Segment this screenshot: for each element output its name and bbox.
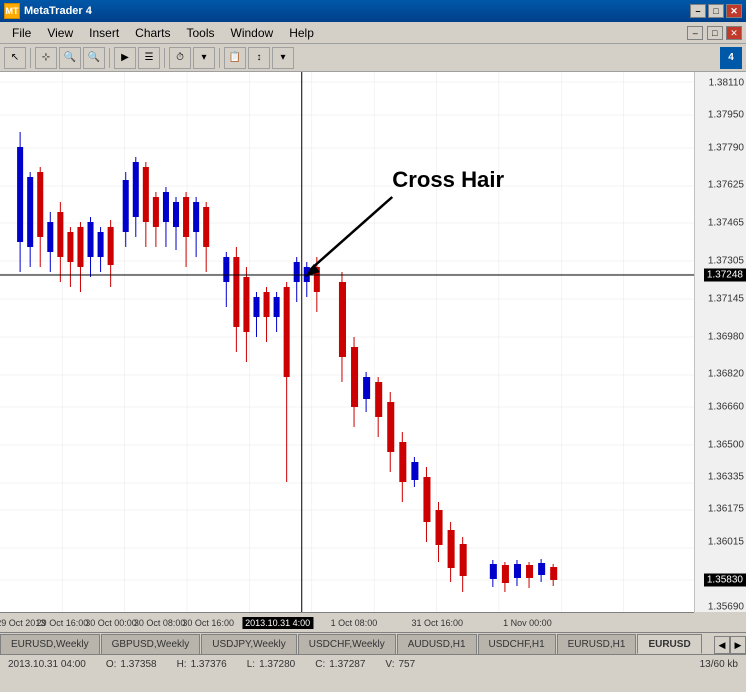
price-label-12: 1.36175 <box>708 504 744 515</box>
status-high-label: H: <box>177 659 187 670</box>
tb-zoomin[interactable]: 🔍 <box>59 47 81 69</box>
chart-main[interactable]: EURUSD,H1 1.35872 1.35886 1.35830 1.3583… <box>0 72 694 612</box>
menu-help[interactable]: Help <box>281 24 322 42</box>
tb-arrow[interactable]: ↖ <box>4 47 26 69</box>
status-close-label: C: <box>315 659 325 670</box>
status-bar: 2013.10.31 04:00 O: 1.37358 H: 1.37376 L… <box>0 654 746 674</box>
tab-scroll-right[interactable]: ▶ <box>730 636 746 654</box>
status-datetime: 2013.10.31 04:00 <box>8 659 86 670</box>
status-low: L: 1.37280 <box>247 659 296 670</box>
price-label-10: 1.36500 <box>708 439 744 450</box>
tabs-bar: EURUSD,Weekly GBPUSD,Weekly USDJPY,Weekl… <box>0 632 746 654</box>
tab-gbpusd-weekly[interactable]: GBPUSD,Weekly <box>101 634 201 654</box>
menu-view[interactable]: View <box>39 24 81 42</box>
x-label-2: 30 Oct 00:00 <box>85 618 137 628</box>
tb-chart-shift[interactable]: ↕ <box>248 47 270 69</box>
close-button[interactable]: ✕ <box>726 4 742 18</box>
tab-scroll: ◀ ▶ <box>714 636 746 654</box>
window-title: MetaTrader 4 <box>24 5 92 17</box>
tab-usdchf-h1[interactable]: USDCHF,H1 <box>478 634 556 654</box>
price-label-5: 1.37305 <box>708 256 744 267</box>
status-volume: V: 757 <box>385 659 415 670</box>
tb-separator-2 <box>109 48 110 68</box>
price-label-4: 1.37465 <box>708 218 744 229</box>
mdi-minimize[interactable]: – <box>687 26 703 40</box>
title-bar: MT MetaTrader 4 – □ ✕ <box>0 0 746 22</box>
menu-tools[interactable]: Tools <box>179 24 223 42</box>
price-label-2: 1.37790 <box>708 142 744 153</box>
price-axis: 1.38110 1.37950 1.37790 1.37625 1.37465 … <box>694 72 746 612</box>
price-label-14: 1.35690 <box>708 601 744 612</box>
x-label-7: 1 Nov 00:00 <box>503 618 552 628</box>
menu-charts[interactable]: Charts <box>127 24 178 42</box>
price-label-1: 1.37950 <box>708 110 744 121</box>
menu-insert[interactable]: Insert <box>81 24 127 42</box>
status-open-value: 1.37358 <box>120 659 156 670</box>
tb-separator-1 <box>30 48 31 68</box>
x-label-5: 1 Oct 08:00 <box>331 618 378 628</box>
minimize-button[interactable]: – <box>690 4 706 18</box>
tb-drop2[interactable]: ▾ <box>272 47 294 69</box>
price-label-crosshair: 1.37248 <box>704 268 746 281</box>
x-label-crosshair: 2013.10.31 4:00 <box>242 617 313 629</box>
price-label-6: 1.37145 <box>708 293 744 304</box>
x-label-3: 30 Oct 08:00 <box>134 618 186 628</box>
x-label-4: 30 Oct 16:00 <box>182 618 234 628</box>
price-label-9: 1.36660 <box>708 401 744 412</box>
tb-zoomout[interactable]: 🔍 <box>83 47 105 69</box>
status-open: O: 1.37358 <box>106 659 157 670</box>
app-icon-text: MT <box>6 6 19 16</box>
tb-crosshair[interactable]: ⊹ <box>35 47 57 69</box>
menu-file[interactable]: File <box>4 24 39 42</box>
price-label-13: 1.36015 <box>708 536 744 547</box>
tb-num4[interactable]: 4 <box>720 47 742 69</box>
x-label-1: 29 Oct 16:00 <box>37 618 89 628</box>
tb-period-drop[interactable]: ▾ <box>193 47 215 69</box>
tab-audusd-h1[interactable]: AUDUSD,H1 <box>397 634 477 654</box>
status-low-label: L: <box>247 659 255 670</box>
status-open-label: O: <box>106 659 117 670</box>
tab-usdjpy-weekly[interactable]: USDJPY,Weekly <box>201 634 297 654</box>
status-close: C: 1.37287 <box>315 659 365 670</box>
tab-eurusd-h1[interactable]: EURUSD,H1 <box>557 634 637 654</box>
menu-window[interactable]: Window <box>223 24 282 42</box>
mdi-maximize[interactable]: □ <box>707 26 723 40</box>
maximize-button[interactable]: □ <box>708 4 724 18</box>
price-label-7: 1.36980 <box>708 331 744 342</box>
chart-container: EURUSD,H1 1.35872 1.35886 1.35830 1.3583… <box>0 72 746 612</box>
price-label-0: 1.38110 <box>709 77 744 88</box>
toolbar: ↖ ⊹ 🔍 🔍 ▶ ☰ ⏱ ▾ 📋 ↕ ▾ 4 <box>0 44 746 72</box>
price-label-3: 1.37625 <box>708 180 744 191</box>
tb-separator-3 <box>164 48 165 68</box>
status-filesize: 13/60 kb <box>700 659 738 670</box>
title-controls: – □ ✕ <box>690 4 742 18</box>
mdi-close[interactable]: ✕ <box>726 26 742 40</box>
status-volume-label: V: <box>385 659 394 670</box>
status-volume-value: 757 <box>398 659 415 670</box>
tb-candle[interactable]: ☰ <box>138 47 160 69</box>
price-label-11: 1.36335 <box>708 472 744 483</box>
tab-scroll-left[interactable]: ◀ <box>714 636 730 654</box>
price-label-current: 1.35830 <box>704 573 746 586</box>
tb-template[interactable]: 📋 <box>224 47 246 69</box>
chart-svg: Cross Hair <box>0 72 694 612</box>
status-high-value: 1.37376 <box>191 659 227 670</box>
app-icon: MT <box>4 3 20 19</box>
tab-eurusd-active[interactable]: EURUSD <box>637 634 701 654</box>
menu-bar: File View Insert Charts Tools Window Hel… <box>0 22 746 44</box>
tab-eurusd-weekly[interactable]: EURUSD,Weekly <box>0 634 100 654</box>
status-close-value: 1.37287 <box>329 659 365 670</box>
status-low-value: 1.37280 <box>259 659 295 670</box>
x-axis: 29 Oct 2013 29 Oct 16:00 30 Oct 00:00 30… <box>0 612 694 632</box>
tab-usdchf-weekly[interactable]: USDCHF,Weekly <box>298 634 396 654</box>
price-label-8: 1.36820 <box>708 369 744 380</box>
tb-bar[interactable]: ▶ <box>114 47 136 69</box>
x-label-6: 31 Oct 16:00 <box>411 618 463 628</box>
svg-text:Cross Hair: Cross Hair <box>392 167 504 192</box>
tb-separator-4 <box>219 48 220 68</box>
status-high: H: 1.37376 <box>177 659 227 670</box>
tb-period[interactable]: ⏱ <box>169 47 191 69</box>
